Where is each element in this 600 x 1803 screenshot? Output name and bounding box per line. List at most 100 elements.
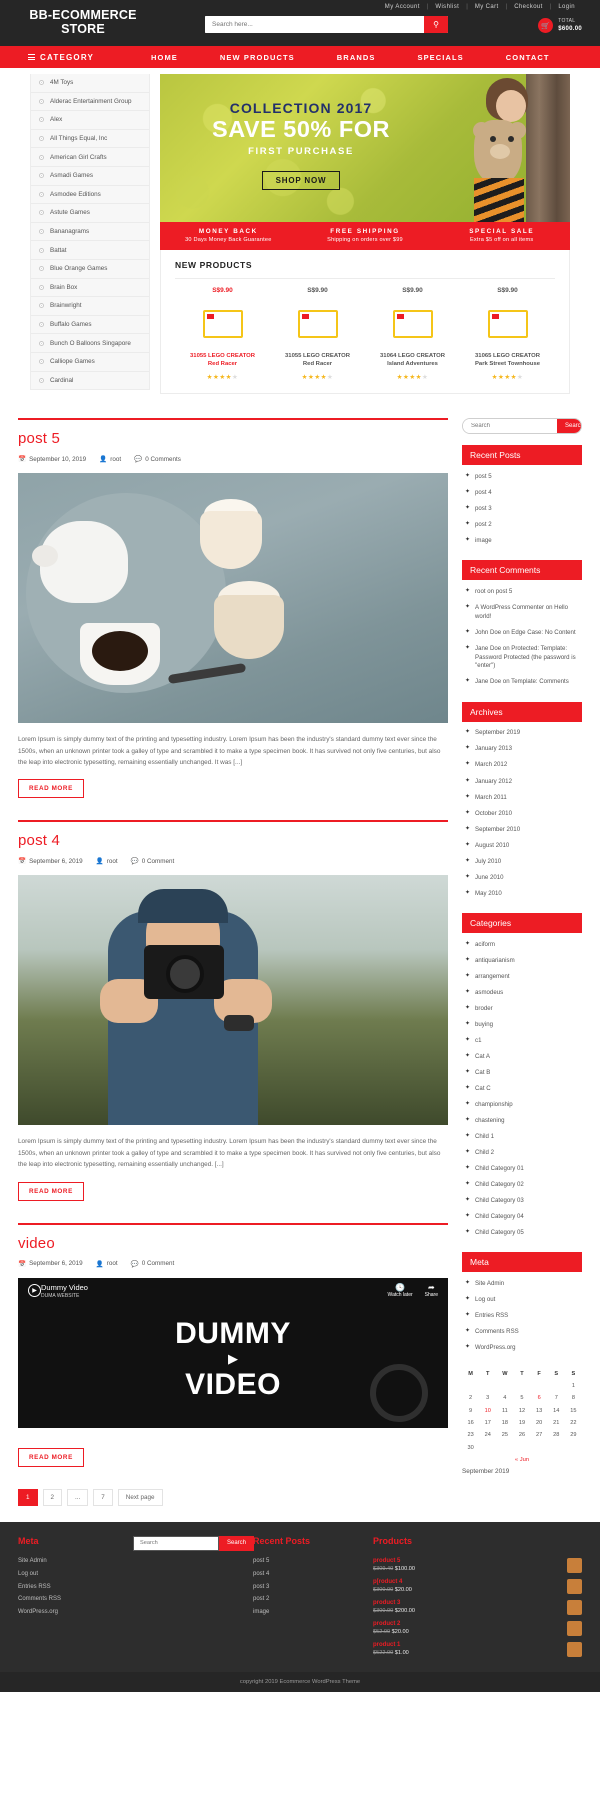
category-item[interactable]: All Things Equal, Inc [31, 130, 149, 149]
footer-product-row[interactable]: product 2 $52.00 $20.00 [373, 1618, 582, 1639]
footer-recent-post-item[interactable]: post 2 [253, 1593, 363, 1606]
category-item-label[interactable]: c1 [475, 1037, 481, 1046]
category-item[interactable]: ✦ Child Category 03 [462, 1193, 582, 1209]
recent-comment-item[interactable]: ✦ root on post 5 [462, 584, 582, 600]
category-item-label[interactable]: buying [475, 1021, 493, 1030]
category-item[interactable]: American Girl Crafts [31, 148, 149, 167]
meta-item[interactable]: ✦ Comments RSS [462, 1324, 582, 1340]
play-icon[interactable]: ▶ [18, 1351, 448, 1367]
page-link[interactable]: 2 [42, 1488, 63, 1506]
product-card[interactable]: S$9.90 31055 LEGO CREATOR Red Racer ★★★★★ [175, 287, 270, 382]
category-item-label[interactable]: asmodeus [475, 989, 503, 998]
archive-item[interactable]: ✦ January 2012 [462, 774, 582, 790]
page-link[interactable]: ... [67, 1488, 89, 1506]
archive-item-label[interactable]: July 2010 [475, 858, 501, 867]
category-item[interactable]: ✦ buying [462, 1017, 582, 1033]
meta-item[interactable]: ✦ WordPress.org [462, 1340, 582, 1356]
footer-product-row[interactable]: product 5 $309.40 $100.00 [373, 1555, 582, 1576]
calendar-day[interactable]: 27 [531, 1429, 548, 1441]
calendar-day[interactable]: 9 [462, 1405, 479, 1417]
calendar-day[interactable]: 12 [513, 1405, 530, 1417]
archive-item[interactable]: ✦ May 2010 [462, 886, 582, 902]
archive-item-label[interactable]: October 2010 [475, 810, 512, 819]
meta-item-label[interactable]: Entries RSS [475, 1312, 508, 1321]
recent-comment-item-label[interactable]: John Doe on Edge Case: No Content [475, 629, 576, 638]
archive-item[interactable]: ✦ October 2010 [462, 806, 582, 822]
product-card[interactable]: S$9.90 31065 LEGO CREATOR Park Street Town… [460, 287, 555, 382]
category-item[interactable]: 4M Toys [31, 74, 149, 93]
calendar-day[interactable]: 17 [479, 1417, 496, 1429]
archive-item-label[interactable]: May 2010 [475, 890, 502, 899]
recent-comment-item[interactable]: ✦ John Doe on Edge Case: No Content [462, 625, 582, 641]
calendar-day[interactable]: 10 [479, 1405, 496, 1417]
category-item-label[interactable]: chastening [475, 1117, 504, 1126]
watch-later-button[interactable]: 🕓 Watch later [388, 1283, 413, 1298]
footer-product-row[interactable]: p[roduct 4 $300.00 $20.00 [373, 1576, 582, 1597]
category-item[interactable]: Brainwright [31, 297, 149, 316]
archive-item-label[interactable]: June 2010 [475, 874, 503, 883]
category-item-label[interactable]: Child Category 05 [475, 1229, 524, 1238]
page-link[interactable]: 1 [18, 1488, 38, 1506]
top-link-checkout[interactable]: Checkout [507, 4, 550, 10]
read-more-button[interactable]: READ MORE [18, 1181, 84, 1201]
calendar-day[interactable]: 21 [548, 1417, 565, 1429]
recent-post-item-label[interactable]: post 3 [475, 505, 492, 514]
archive-item[interactable]: ✦ January 2013 [462, 742, 582, 758]
calendar-day[interactable]: 16 [462, 1417, 479, 1429]
archive-item-label[interactable]: September 2010 [475, 826, 520, 835]
category-item[interactable]: ✦ Cat B [462, 1065, 582, 1081]
category-item-label[interactable]: arrangement [475, 973, 510, 982]
recent-post-item[interactable]: ✦ post 2 [462, 517, 582, 533]
footer-meta-item[interactable]: Log out [18, 1567, 123, 1580]
product-name[interactable]: 31055 LEGO CREATOR Red Racer [275, 352, 360, 370]
footer-meta-item[interactable]: Site Admin [18, 1555, 123, 1568]
recent-post-item[interactable]: ✦ image [462, 533, 582, 549]
category-item[interactable]: Alderac Entertainment Group [31, 93, 149, 112]
calendar-day[interactable]: 24 [479, 1429, 496, 1441]
calendar-day[interactable]: 13 [531, 1405, 548, 1417]
archive-item-label[interactable]: January 2012 [475, 778, 512, 787]
category-item[interactable]: ✦ Child Category 05 [462, 1225, 582, 1241]
category-item[interactable]: Battat [31, 241, 149, 260]
video-player[interactable]: ▶ Dummy Video DUMA WEBSITE 🕓 Watch later [18, 1277, 448, 1428]
calendar-day[interactable]: 15 [565, 1405, 582, 1417]
site-brand[interactable]: BB-ECOMMERCE STORE [18, 4, 148, 37]
calendar-day[interactable]: 26 [513, 1429, 530, 1441]
promo-banner[interactable]: COLLECTION 2017 SAVE 50% FOR FIRST PURCH… [160, 74, 570, 222]
meta-item-label[interactable]: WordPress.org [475, 1344, 516, 1353]
category-item-label[interactable]: championship [475, 1101, 513, 1110]
archive-item-label[interactable]: August 2010 [475, 842, 509, 851]
category-item-label[interactable]: aciform [475, 941, 495, 950]
recent-comment-item-label[interactable]: root on post 5 [475, 588, 512, 597]
nav-item-contact[interactable]: CONTACT [485, 53, 571, 62]
category-item[interactable]: ✦ c1 [462, 1033, 582, 1049]
category-item[interactable]: Alex [31, 111, 149, 130]
calendar-day[interactable]: 2 [462, 1392, 479, 1404]
nav-item-brands[interactable]: BRANDS [316, 53, 397, 62]
archive-item[interactable]: ✦ March 2011 [462, 790, 582, 806]
share-button[interactable]: ➦ Share [425, 1283, 438, 1298]
top-link-my-account[interactable]: My Account [378, 4, 427, 10]
product-name[interactable]: 31064 LEGO CREATOR Island Adventures [370, 352, 455, 370]
archive-item-label[interactable]: March 2011 [475, 794, 507, 803]
calendar-day[interactable]: 5 [513, 1392, 530, 1404]
category-item-label[interactable]: Child Category 01 [475, 1165, 524, 1174]
footer-recent-post-item[interactable]: post 5 [253, 1555, 363, 1568]
recent-comment-item[interactable]: ✦ A WordPress Commenter on Hello world! [462, 600, 582, 625]
page-link[interactable]: 7 [93, 1488, 113, 1506]
category-item[interactable]: ✦ asmodeus [462, 985, 582, 1001]
calendar-day[interactable]: 23 [462, 1429, 479, 1441]
category-item-label[interactable]: antiquarianism [475, 957, 515, 966]
category-item[interactable]: ✦ Cat C [462, 1081, 582, 1097]
recent-post-item-label[interactable]: image [475, 537, 492, 546]
calendar-day[interactable]: 1 [565, 1380, 582, 1392]
category-item[interactable]: ✦ championship [462, 1097, 582, 1113]
archive-item[interactable]: ✦ September 2010 [462, 822, 582, 838]
recent-post-item[interactable]: ✦ post 4 [462, 485, 582, 501]
category-item[interactable]: ✦ Child Category 01 [462, 1161, 582, 1177]
meta-item-label[interactable]: Comments RSS [475, 1328, 519, 1337]
calendar-day[interactable]: 14 [548, 1405, 565, 1417]
calendar-day[interactable]: 22 [565, 1417, 582, 1429]
category-item-label[interactable]: broder [475, 1005, 493, 1014]
footer-product-row[interactable]: product 3 $300.00 $200.00 [373, 1597, 582, 1618]
